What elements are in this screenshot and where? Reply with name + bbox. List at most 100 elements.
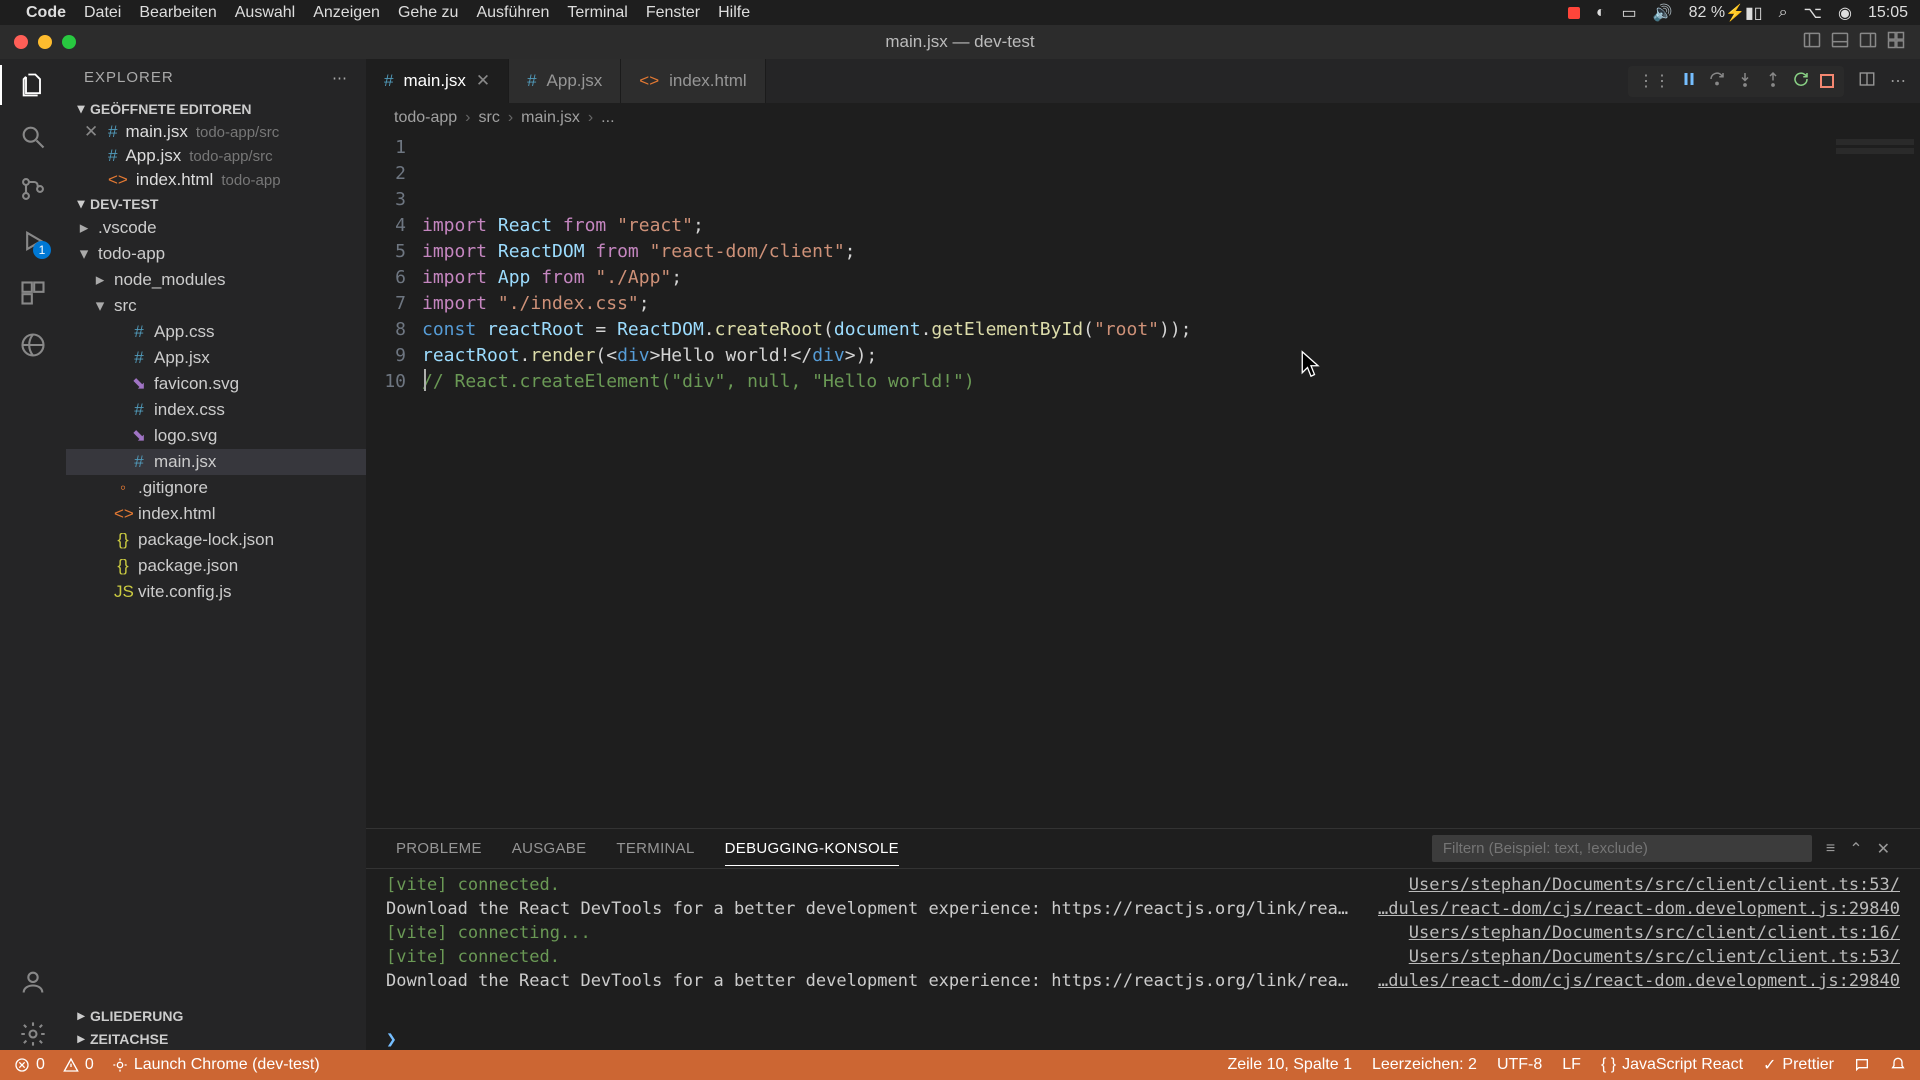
editor-more-icon[interactable]: ⋯	[1890, 71, 1906, 91]
code-editor[interactable]: 12345678910 import React from "react";im…	[366, 133, 1920, 828]
activity-search-icon[interactable]	[17, 121, 49, 153]
menubar-control-center-icon[interactable]: ⌥	[1804, 3, 1822, 23]
panel-tab[interactable]: TERMINAL	[616, 832, 694, 865]
menubar-search-icon[interactable]: ⌕	[1779, 4, 1788, 22]
menubar-volume-icon[interactable]: 🔊	[1653, 3, 1673, 23]
menubar-cloud-icon[interactable]: ◐	[1596, 4, 1606, 22]
split-editor-icon[interactable]	[1858, 70, 1876, 93]
debug-stop-button[interactable]	[1820, 74, 1834, 88]
activity-run-debug-icon[interactable]: 1	[17, 225, 49, 257]
tree-folder[interactable]: ▾todo-app	[66, 241, 366, 267]
timeline-header[interactable]: ▸ZEITACHSE	[66, 1027, 366, 1050]
tree-file[interactable]: #main.jsx	[66, 449, 366, 475]
panel-tab[interactable]: DEBUGGING-KONSOLE	[725, 832, 899, 866]
code-content[interactable]: import React from "react";import ReactDO…	[422, 133, 1920, 828]
breadcrumb-segment[interactable]: ...	[601, 109, 614, 127]
layout-panel-bottom-icon[interactable]	[1830, 30, 1850, 55]
outline-header[interactable]: ▸GLIEDERUNG	[66, 1004, 366, 1027]
open-editor-item[interactable]: ✕#App.jsxtodo-app/src	[66, 144, 366, 168]
explorer-more-icon[interactable]: ⋯	[332, 69, 348, 87]
layout-customize-icon[interactable]	[1886, 30, 1906, 55]
open-editor-item[interactable]: ✕#main.jsxtodo-app/src	[66, 120, 366, 144]
tree-file[interactable]: #App.jsx	[66, 345, 366, 371]
window-zoom-button[interactable]	[62, 35, 76, 49]
debug-restart-button[interactable]	[1792, 70, 1810, 93]
status-debug-target[interactable]: Launch Chrome (dev-test)	[112, 1056, 320, 1074]
menubar-item[interactable]: Ausführen	[476, 4, 549, 21]
status-encoding[interactable]: UTF-8	[1497, 1055, 1542, 1075]
menubar-app-name[interactable]: Code	[26, 4, 66, 22]
tree-file[interactable]: {}package-lock.json	[66, 527, 366, 553]
menubar-item[interactable]: Gehe zu	[398, 4, 458, 21]
tree-file[interactable]: JSvite.config.js	[66, 579, 366, 605]
open-editor-item[interactable]: ✕<>index.htmltodo-app	[66, 168, 366, 192]
menubar-item[interactable]: Bearbeiten	[139, 4, 216, 21]
status-eol[interactable]: LF	[1562, 1055, 1581, 1075]
debug-step-out-button[interactable]	[1764, 70, 1782, 93]
layout-panel-left-icon[interactable]	[1802, 30, 1822, 55]
menubar-item[interactable]: Terminal	[567, 4, 627, 21]
close-icon[interactable]: ✕	[84, 122, 100, 142]
editor-tab[interactable]: <>index.html	[621, 59, 765, 103]
debug-console-input-chevron[interactable]: ❯	[366, 1027, 1920, 1050]
editor-tab[interactable]: #main.jsx✕	[366, 59, 509, 103]
breadcrumb-segment[interactable]: main.jsx	[521, 109, 580, 127]
menubar-siri-icon[interactable]: ◉	[1838, 3, 1852, 23]
debug-console-filter-input[interactable]	[1432, 835, 1812, 862]
tree-file[interactable]: ⬊favicon.svg	[66, 371, 366, 397]
menubar-item[interactable]: Datei	[84, 4, 121, 21]
status-feedback-icon[interactable]	[1854, 1055, 1870, 1075]
status-warnings[interactable]: 0	[63, 1056, 94, 1074]
status-indentation[interactable]: Leerzeichen: 2	[1372, 1055, 1477, 1075]
menubar-item[interactable]: Fenster	[646, 4, 700, 21]
open-editors-header[interactable]: ▾GEÖFFNETE EDITOREN	[66, 97, 366, 120]
menubar-item[interactable]: Hilfe	[718, 4, 750, 21]
debug-step-into-button[interactable]	[1736, 70, 1754, 93]
console-source-link[interactable]: …dules/react-dom/cjs/react-dom.developme…	[1378, 897, 1900, 921]
debug-console-output[interactable]: [vite] connected.Users/stephan/Documents…	[366, 869, 1920, 1027]
menubar-display-icon[interactable]: ▭	[1622, 3, 1637, 23]
activity-extensions-icon[interactable]	[17, 277, 49, 309]
activity-remote-icon[interactable]	[17, 329, 49, 361]
menubar-item[interactable]: Auswahl	[235, 4, 295, 21]
activity-explorer-icon[interactable]	[17, 69, 49, 101]
panel-tab[interactable]: AUSGABE	[512, 832, 587, 865]
panel-maximize-icon[interactable]: ⌃	[1849, 839, 1862, 859]
debug-pause-button[interactable]	[1680, 70, 1698, 93]
tree-folder[interactable]: ▸.vscode	[66, 215, 366, 241]
console-source-link[interactable]: …dules/react-dom/cjs/react-dom.developme…	[1378, 969, 1900, 993]
panel-settings-icon[interactable]: ≡	[1826, 840, 1835, 858]
editor-tab[interactable]: #App.jsx	[509, 59, 621, 103]
menubar-battery[interactable]: 82 % ⚡▮▯	[1689, 3, 1763, 23]
tree-file[interactable]: {}package.json	[66, 553, 366, 579]
menubar-item[interactable]: Anzeigen	[313, 4, 380, 21]
window-close-button[interactable]	[14, 35, 28, 49]
activity-settings-icon[interactable]	[17, 1018, 49, 1050]
activity-account-icon[interactable]	[17, 966, 49, 998]
window-minimize-button[interactable]	[38, 35, 52, 49]
status-bell-icon[interactable]	[1890, 1055, 1906, 1075]
status-errors[interactable]: 0	[14, 1056, 45, 1074]
tree-folder[interactable]: ▸node_modules	[66, 267, 366, 293]
window-traffic-lights[interactable]	[14, 35, 76, 49]
breadcrumb-segment[interactable]: todo-app	[394, 109, 457, 127]
tree-file[interactable]: #App.css	[66, 319, 366, 345]
panel-close-icon[interactable]: ✕	[1877, 839, 1890, 859]
status-prettier[interactable]: ✓ Prettier	[1763, 1055, 1834, 1075]
panel-tab[interactable]: PROBLEME	[396, 832, 482, 865]
tree-folder[interactable]: ▾src	[66, 293, 366, 319]
workspace-header[interactable]: ▾DEV-TEST	[66, 192, 366, 215]
close-icon[interactable]: ✕	[476, 71, 490, 91]
console-source-link[interactable]: Users/stephan/Documents/src/client/clien…	[1409, 921, 1900, 945]
console-source-link[interactable]: Users/stephan/Documents/src/client/clien…	[1409, 945, 1900, 969]
status-cursor-position[interactable]: Zeile 10, Spalte 1	[1227, 1055, 1352, 1075]
tree-file[interactable]: ⬊logo.svg	[66, 423, 366, 449]
menubar-clock[interactable]: 15:05	[1868, 4, 1908, 22]
breadcrumb-segment[interactable]: src	[479, 109, 500, 127]
breadcrumb[interactable]: todo-app›src›main.jsx›...	[366, 103, 1920, 133]
console-source-link[interactable]: Users/stephan/Documents/src/client/clien…	[1409, 873, 1900, 897]
minimap[interactable]	[1830, 133, 1920, 828]
debug-grip-icon[interactable]: ⋮⋮	[1638, 71, 1670, 91]
layout-panel-right-icon[interactable]	[1858, 30, 1878, 55]
tree-file[interactable]: <>index.html	[66, 501, 366, 527]
